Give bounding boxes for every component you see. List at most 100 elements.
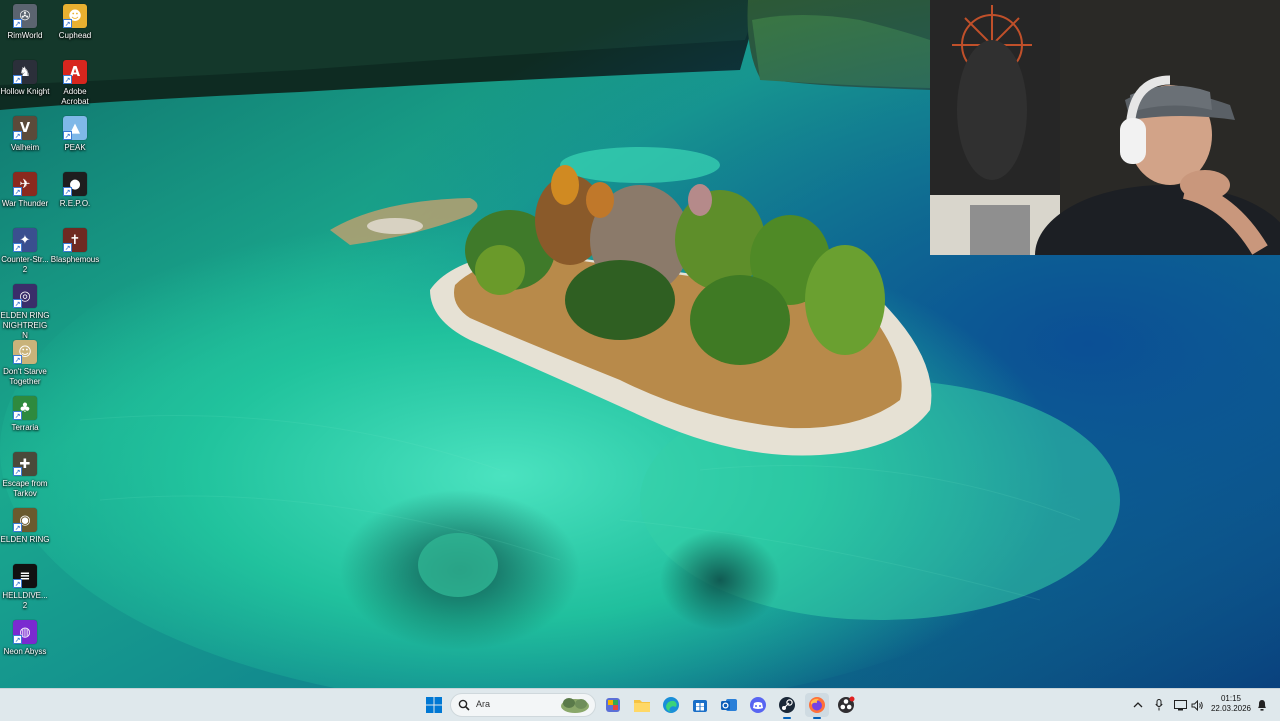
desktop-shortcut-label: ELDEN RING NIGHTREIGN xyxy=(0,311,50,340)
taskbar-app-edge[interactable] xyxy=(659,693,683,717)
cuphead-icon: ☻ ↗ xyxy=(63,4,87,28)
clock-date: 22.03.2026 xyxy=(1210,704,1252,713)
taskbar-app-file-explorer[interactable] xyxy=(630,693,654,717)
valheim-icon: V ↗ xyxy=(13,116,37,140)
desktop-shortcut-label: Counter-Str... 2 xyxy=(1,255,49,274)
counter-strike-icon: ✦ ↗ xyxy=(13,228,37,252)
search-placeholder: Ara xyxy=(476,699,491,709)
search-icon xyxy=(458,699,470,711)
desktop-shortcut-label: RimWorld xyxy=(7,31,43,40)
search-highlight-image xyxy=(561,698,589,713)
taskbar-app-ms-store[interactable] xyxy=(688,693,712,717)
microsoft-store-icon xyxy=(693,700,707,712)
shortcut-arrow-icon: ↗ xyxy=(13,579,22,588)
desktop-shortcut[interactable]: ✈ ↗ War Thunder xyxy=(0,172,50,209)
outlook-icon xyxy=(721,699,737,711)
network-button[interactable] xyxy=(1172,689,1188,721)
start-windows-icon xyxy=(426,697,442,713)
taskbar: Ara 01:15 22.03.2026 xyxy=(0,688,1280,721)
desktop-shortcut-label: ELDEN RING xyxy=(0,535,50,544)
desktop-shortcut-label: Don't Starve Together xyxy=(3,367,47,386)
volume-button[interactable] xyxy=(1189,689,1205,721)
desktop-shortcut[interactable]: ◎ ↗ ELDEN RING NIGHTREIGN xyxy=(0,284,50,341)
rimworld-icon: ✇ ↗ xyxy=(13,4,37,28)
desktop-shortcut[interactable]: ◍ ↗ Neon Abyss xyxy=(0,620,50,657)
notification-icon xyxy=(1258,700,1266,711)
shortcut-arrow-icon: ↗ xyxy=(13,187,22,196)
firefox-active-indicator xyxy=(813,717,821,719)
desktop-shortcut-label: Terraria xyxy=(11,423,39,432)
elden-ring-nightreign-icon: ◎ ↗ xyxy=(13,284,37,308)
helldivers-2-icon: ≡ ↗ xyxy=(13,564,37,588)
chevron-up-icon xyxy=(1133,702,1143,708)
desktop-shortcut[interactable]: ✝ ↗ Blasphemous xyxy=(50,228,100,265)
desktop-shortcut-label: War Thunder xyxy=(1,199,49,208)
shortcut-arrow-icon: ↗ xyxy=(13,131,22,140)
firefox-icon xyxy=(809,697,825,713)
war-thunder-icon: ✈ ↗ xyxy=(13,172,37,196)
hollow-knight-icon: ♞ ↗ xyxy=(13,60,37,84)
desktop-shortcut-label: Escape from Tarkov xyxy=(2,479,48,498)
shortcut-arrow-icon: ↗ xyxy=(13,299,22,308)
shortcut-arrow-icon: ↗ xyxy=(63,131,72,140)
notification-button[interactable] xyxy=(1255,689,1269,721)
repo-icon: ● ↗ xyxy=(63,172,87,196)
desktop-shortcut-label: HELLDIVE... 2 xyxy=(2,591,48,610)
shortcut-arrow-icon: ↗ xyxy=(13,75,22,84)
shortcut-arrow-icon: ↗ xyxy=(13,523,22,532)
desktop-shortcut[interactable]: ≡ ↗ HELLDIVE... 2 xyxy=(0,564,50,611)
shortcut-arrow-icon: ↗ xyxy=(63,75,72,84)
desktop-shortcut-label: PEAK xyxy=(64,143,86,152)
microphone-icon xyxy=(1155,699,1163,711)
shortcut-arrow-icon: ↗ xyxy=(13,411,22,420)
edge-icon xyxy=(663,697,679,713)
peak-icon: ▲ ↗ xyxy=(63,116,87,140)
shortcut-arrow-icon: ↗ xyxy=(63,187,72,196)
shortcut-arrow-icon: ↗ xyxy=(13,243,22,252)
desktop-shortcut[interactable]: ✚ ↗ Escape from Tarkov xyxy=(0,452,50,499)
adobe-acrobat-icon: A ↗ xyxy=(63,60,87,84)
desktop-shortcut[interactable]: ✦ ↗ Counter-Str... 2 xyxy=(0,228,50,275)
file-explorer-icon xyxy=(634,700,650,712)
discord-icon xyxy=(750,697,766,713)
taskbar-app-firefox[interactable] xyxy=(805,693,829,719)
desktop-shortcut[interactable]: ● ↗ R.E.P.O. xyxy=(50,172,100,209)
desktop-shortcut-label: Hollow Knight xyxy=(0,87,50,96)
start-button[interactable] xyxy=(422,693,446,717)
shortcut-arrow-icon: ↗ xyxy=(63,19,72,28)
desktop-shortcut[interactable]: V ↗ Valheim xyxy=(0,116,50,153)
desktop-shortcut[interactable]: ♣ ↗ Terraria xyxy=(0,396,50,433)
taskbar-app-obs[interactable] xyxy=(834,693,858,717)
blasphemous-icon: ✝ ↗ xyxy=(63,228,87,252)
webcam-overlay xyxy=(930,0,1280,255)
show-hidden-icons-button[interactable] xyxy=(1130,689,1146,721)
taskbar-app-steam[interactable] xyxy=(775,693,799,719)
desktop-shortcut-label: Cuphead xyxy=(58,31,92,40)
clock-time: 01:15 xyxy=(1220,694,1242,703)
shortcut-arrow-icon: ↗ xyxy=(13,467,22,476)
steam-running-indicator xyxy=(783,717,791,719)
escape-from-tarkov-icon: ✚ ↗ xyxy=(13,452,37,476)
taskbar-search-box[interactable]: Ara xyxy=(450,693,596,717)
desktop-shortcut-label: Valheim xyxy=(10,143,40,152)
taskbar-clock[interactable]: 01:15 22.03.2026 xyxy=(1206,694,1256,714)
desktop-shortcut[interactable]: ▲ ↗ PEAK xyxy=(50,116,100,153)
shortcut-arrow-icon: ↗ xyxy=(63,243,72,252)
desktop-shortcut[interactable]: ☺ ↗ Don't Starve Together xyxy=(0,340,50,387)
desktop-shortcut[interactable]: ☻ ↗ Cuphead xyxy=(50,4,100,41)
desktop-shortcut[interactable]: ♞ ↗ Hollow Knight xyxy=(0,60,50,97)
desktop-shortcut[interactable]: ✇ ↗ RimWorld xyxy=(0,4,50,41)
taskbar-app-office[interactable] xyxy=(601,693,625,717)
neon-abyss-icon: ◍ ↗ xyxy=(13,620,37,644)
taskbar-app-discord[interactable] xyxy=(746,693,770,717)
desktop-shortcut[interactable]: A ↗ Adobe Acrobat xyxy=(50,60,100,107)
elden-ring-icon: ◉ ↗ xyxy=(13,508,37,532)
office-store-icon xyxy=(606,698,620,712)
taskbar-app-outlook[interactable] xyxy=(717,693,741,717)
network-icon xyxy=(1173,699,1187,710)
microphone-button[interactable] xyxy=(1152,689,1166,721)
webcam-feed xyxy=(930,0,1280,255)
desktop-shortcut[interactable]: ◉ ↗ ELDEN RING xyxy=(0,508,50,545)
dont-starve-together-icon: ☺ ↗ xyxy=(13,340,37,364)
volume-icon xyxy=(1191,699,1203,711)
